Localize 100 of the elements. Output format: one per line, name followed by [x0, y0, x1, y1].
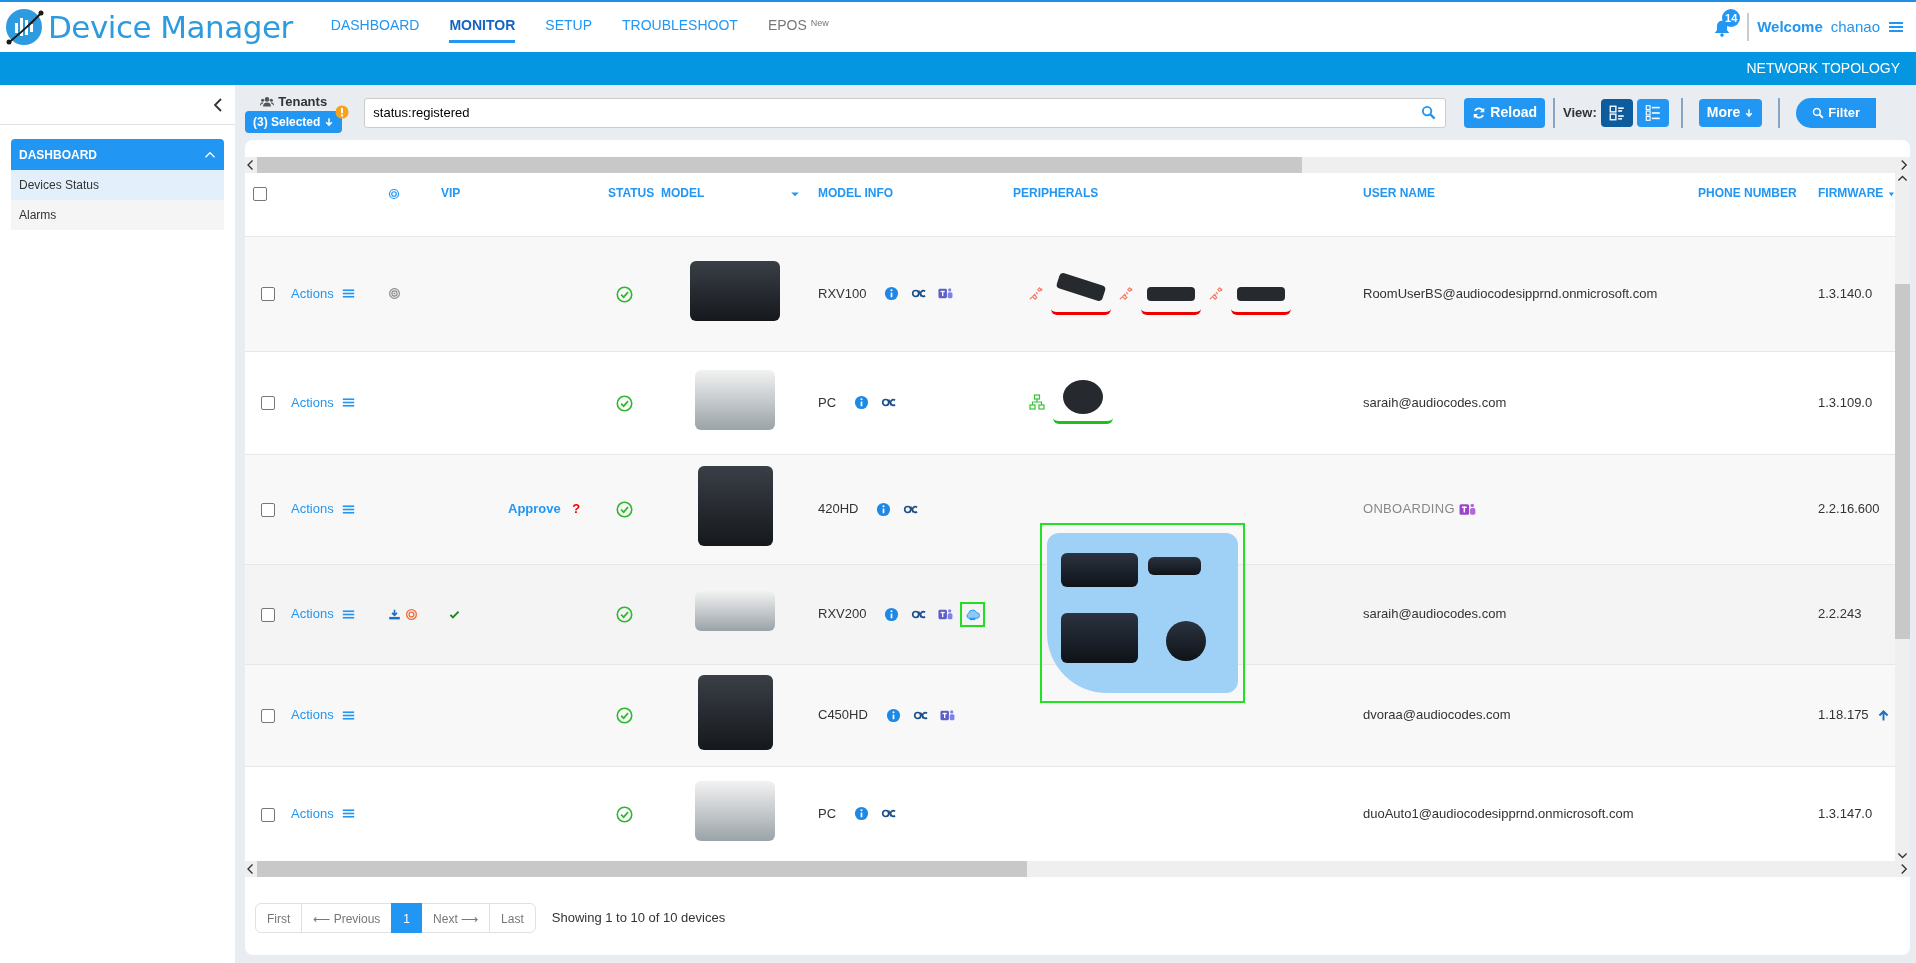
welcome-label: Welcome: [1757, 16, 1823, 37]
search-icon[interactable]: [1421, 104, 1437, 120]
split-view-icon: [1607, 103, 1626, 122]
model-name: C450HD: [818, 706, 868, 725]
model-name: PC: [818, 805, 837, 823]
arrow-down-icon: [1744, 107, 1755, 118]
column-header: PERIPHERALS: [1013, 186, 1099, 200]
more-button[interactable]: More: [1698, 98, 1763, 127]
actions-menu[interactable]: Actions: [291, 283, 355, 304]
search-icon: [1812, 106, 1825, 119]
horizontal-scrollbar[interactable]: [245, 861, 1910, 877]
user-name: RoomUserBS@audiocodesipprnd.onmicrosoft.com: [1363, 285, 1658, 301]
pagination-button[interactable]: Last: [489, 903, 536, 933]
cloud-icon[interactable]: [960, 601, 986, 627]
view-toggle-button[interactable]: [1600, 98, 1633, 127]
peripheral-photo: [1147, 557, 1202, 575]
model-name: PC: [818, 393, 837, 412]
pagination-button[interactable]: Next ⟶: [421, 903, 491, 933]
unplugged-icon: [1119, 286, 1133, 301]
model-name: 420HD: [818, 500, 859, 519]
actions-menu[interactable]: Actions: [291, 604, 355, 624]
filter-button[interactable]: Filter: [1796, 97, 1876, 128]
row-checkbox[interactable]: [261, 502, 275, 517]
help-mark: ?: [572, 501, 581, 517]
row-checkbox[interactable]: [261, 708, 275, 723]
nav-tab[interactable]: DASHBOARD: [330, 11, 420, 43]
scroll-down-icon[interactable]: [1897, 850, 1908, 861]
pagination-button[interactable]: ⟵ Previous: [301, 903, 393, 933]
notification-count: 14: [1722, 9, 1741, 28]
target-icon: [388, 187, 400, 200]
sidebar-item[interactable]: Alarms: [11, 200, 224, 230]
firmware-version: 1.3.140.0: [1818, 285, 1873, 301]
column-header: USER NAME: [1363, 186, 1435, 200]
pagination-button[interactable]: 1: [391, 903, 423, 933]
user-name: saraih@audiocodes.com: [1363, 606, 1507, 622]
user-name: duoAuto1@audiocodesipprnd.onmicrosoft.com: [1363, 806, 1634, 821]
row-checkbox[interactable]: [261, 287, 275, 302]
user-name: dvoraa@audiocodes.com: [1363, 707, 1511, 723]
nav-tab[interactable]: SETUP: [545, 11, 592, 43]
list-view-icon: [1643, 103, 1662, 122]
menu-icon: [341, 287, 355, 300]
actions-menu[interactable]: Actions: [291, 705, 355, 725]
user-name: saraih@audiocodes.com: [1363, 394, 1507, 410]
peripheral-photo: [1165, 621, 1206, 661]
download-icon: [388, 607, 401, 621]
select-all-checkbox[interactable]: [253, 186, 267, 201]
menu-icon: [341, 502, 355, 516]
column-header: MODEL INFO: [818, 186, 894, 200]
nav-tab[interactable]: TROUBLESHOOT: [622, 11, 738, 43]
network-topology-link[interactable]: NETWORK TOPOLOGY: [1746, 58, 1900, 79]
firmware-version: 1.3.147.0: [1818, 806, 1873, 821]
row-checkbox[interactable]: [261, 807, 275, 822]
horizontal-scrollbar[interactable]: [245, 157, 1910, 173]
reload-button[interactable]: Reload: [1464, 97, 1546, 128]
section-title: DASHBOARD: [19, 146, 97, 164]
column-header: FIRMWARE: [1818, 186, 1884, 200]
menu-icon[interactable]: [1888, 19, 1904, 35]
row-checkbox[interactable]: [261, 607, 275, 622]
view-label: View:: [1563, 103, 1597, 122]
column-header: VIP: [441, 186, 461, 200]
arrow-down-icon: [324, 117, 335, 128]
firmware-version: 2.2.243: [1818, 606, 1862, 622]
unplugged-icon: [1029, 286, 1043, 301]
target-icon: [388, 287, 401, 300]
actions-menu[interactable]: Actions: [291, 392, 355, 413]
firmware-version: 1.18.175: [1818, 707, 1869, 723]
network-icon: [1029, 393, 1045, 410]
approve-link[interactable]: Approve: [508, 501, 561, 517]
row-checkbox[interactable]: [261, 396, 275, 411]
app-logo-icon: [4, 7, 44, 47]
menu-icon: [341, 708, 355, 722]
nav-tab[interactable]: EPOS $^{New}$: [767, 11, 829, 43]
view-toggle-button[interactable]: [1636, 98, 1669, 127]
column-header: PHONE NUMBER: [1698, 186, 1797, 200]
unplugged-icon: [1209, 286, 1223, 301]
tenants-button[interactable]: (3) Selected: [245, 111, 343, 134]
scroll-up-icon[interactable]: [1897, 173, 1908, 184]
target-icon: [405, 607, 418, 621]
app-title: Device Manager: [48, 7, 293, 47]
sidebar-section[interactable]: DASHBOARD: [11, 139, 224, 170]
column-header: MODEL: [661, 186, 705, 200]
firmware-version: 1.3.109.0: [1818, 394, 1873, 410]
model-name: RXV200: [818, 605, 867, 624]
tenants-label: Tenants: [278, 92, 328, 111]
user-name: chanao: [1830, 16, 1880, 37]
actions-menu[interactable]: Actions: [291, 804, 355, 824]
pagination-button[interactable]: First: [255, 903, 303, 933]
menu-icon: [341, 607, 355, 621]
search-field[interactable]: status:registered: [364, 97, 1447, 128]
refresh-icon: [1472, 105, 1487, 120]
menu-icon: [341, 807, 355, 821]
users-icon: [260, 94, 275, 109]
pagination-summary: Showing 1 to 10 of 10 devices: [551, 909, 726, 928]
actions-menu[interactable]: Actions: [291, 499, 355, 519]
menu-icon: [341, 396, 355, 409]
user-name: ONBOARDING: [1363, 501, 1455, 517]
upgrade-arrow-icon[interactable]: [1876, 709, 1890, 723]
sidebar-item[interactable]: Devices Status: [11, 170, 224, 200]
firmware-version: 2.2.16.600: [1818, 501, 1880, 517]
nav-tab[interactable]: MONITOR: [449, 11, 516, 43]
